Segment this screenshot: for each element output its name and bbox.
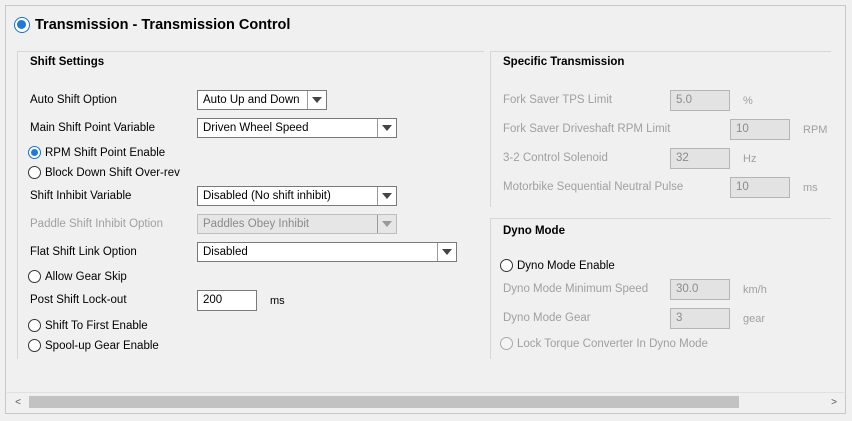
- dyno-mode-minimum-speed-input: 30.0: [670, 279, 730, 300]
- scrollbar-thumb[interactable]: [29, 396, 739, 408]
- rpm-shift-point-enable-radio[interactable]: [28, 146, 41, 159]
- chevron-down-icon[interactable]: [437, 243, 456, 261]
- specific-transmission-title: Specific Transmission: [503, 56, 625, 68]
- auto-shift-option-label: Auto Shift Option: [30, 94, 117, 106]
- dyno-mode-minimum-speed-unit: km/h: [743, 284, 767, 296]
- block-down-shift-overrev-label: Block Down Shift Over-rev: [45, 166, 180, 179]
- paddle-shift-inhibit-option-label: Paddle Shift Inhibit Option: [30, 218, 163, 230]
- dyno-mode-enable-label: Dyno Mode Enable: [517, 259, 615, 272]
- control-solenoid-32-input: 32: [670, 148, 730, 169]
- block-down-shift-overrev-radio[interactable]: [28, 166, 41, 179]
- motorbike-neutral-pulse-unit: ms: [803, 182, 818, 194]
- spoolup-gear-enable-label: Spool-up Gear Enable: [45, 339, 159, 352]
- auto-shift-option-value: Auto Up and Down: [203, 94, 300, 106]
- dyno-mode-gear-input: 3: [670, 308, 730, 329]
- dyno-mode-enable-option[interactable]: Dyno Mode Enable: [500, 259, 615, 272]
- motorbike-neutral-pulse-label: Motorbike Sequential Neutral Pulse: [503, 181, 684, 193]
- panel-title-text: Transmission - Transmission Control: [35, 17, 291, 33]
- main-shift-point-variable-value: Driven Wheel Speed: [203, 122, 309, 134]
- main-shift-point-variable-select[interactable]: Driven Wheel Speed: [197, 118, 397, 138]
- fork-saver-driveshaft-rpm-limit-label: Fork Saver Driveshaft RPM Limit: [503, 123, 671, 135]
- block-down-shift-overrev-option[interactable]: Block Down Shift Over-rev: [28, 166, 180, 179]
- rpm-shift-point-enable-label: RPM Shift Point Enable: [45, 146, 166, 159]
- dyno-mode-gear-unit: gear: [743, 313, 766, 325]
- chevron-down-icon[interactable]: [307, 91, 326, 109]
- shift-inhibit-variable-select[interactable]: Disabled (No shift inhibit): [197, 186, 397, 206]
- post-shift-lockout-unit: ms: [270, 295, 285, 307]
- lock-torque-converter-label: Lock Torque Converter In Dyno Mode: [517, 337, 708, 350]
- shift-to-first-enable-radio[interactable]: [28, 319, 41, 332]
- shift-to-first-enable-label: Shift To First Enable: [45, 319, 148, 332]
- chevron-down-icon[interactable]: [377, 119, 396, 137]
- panel-toggle-radio[interactable]: [14, 17, 30, 33]
- scroll-left-icon[interactable]: <: [11, 396, 25, 408]
- fork-saver-driveshaft-rpm-limit-input: 10: [730, 119, 790, 140]
- main-shift-point-variable-label: Main Shift Point Variable: [30, 122, 156, 134]
- lock-torque-converter-radio: [500, 337, 513, 350]
- post-shift-lockout-label: Post Shift Lock-out: [30, 294, 127, 306]
- spoolup-gear-enable-radio[interactable]: [28, 339, 41, 352]
- fork-saver-tps-limit-input: 5.0: [670, 90, 730, 111]
- post-shift-lockout-input[interactable]: 200: [197, 290, 257, 311]
- chevron-down-icon: [377, 215, 396, 233]
- paddle-shift-inhibit-option-value: Paddles Obey Inhibit: [203, 218, 310, 230]
- flat-shift-link-option-label: Flat Shift Link Option: [30, 246, 137, 258]
- fork-saver-tps-limit-label: Fork Saver TPS Limit: [503, 94, 613, 106]
- motorbike-neutral-pulse-input: 10: [730, 177, 790, 198]
- dyno-mode-title: Dyno Mode: [503, 225, 565, 237]
- flat-shift-link-option-value: Disabled: [203, 246, 248, 258]
- fork-saver-driveshaft-rpm-limit-unit: RPM: [803, 124, 828, 136]
- allow-gear-skip-option[interactable]: Allow Gear Skip: [28, 270, 127, 283]
- dyno-mode-minimum-speed-label: Dyno Mode Minimum Speed: [503, 283, 649, 295]
- shift-to-first-enable-option[interactable]: Shift To First Enable: [28, 319, 148, 332]
- lock-torque-converter-option: Lock Torque Converter In Dyno Mode: [500, 337, 708, 350]
- dyno-mode-enable-radio[interactable]: [500, 259, 513, 272]
- horizontal-scrollbar[interactable]: < >: [7, 392, 844, 410]
- allow-gear-skip-radio[interactable]: [28, 270, 41, 283]
- control-solenoid-32-label: 3-2 Control Solenoid: [503, 152, 608, 164]
- scroll-right-icon[interactable]: >: [827, 396, 841, 408]
- shift-inhibit-variable-label: Shift Inhibit Variable: [30, 190, 132, 202]
- flat-shift-link-option-select[interactable]: Disabled: [197, 242, 457, 262]
- rpm-shift-point-enable-option[interactable]: RPM Shift Point Enable: [28, 146, 165, 159]
- panel-title: Transmission - Transmission Control: [14, 17, 290, 33]
- shift-inhibit-variable-value: Disabled (No shift inhibit): [203, 190, 331, 202]
- shift-settings-title: Shift Settings: [30, 56, 105, 68]
- control-solenoid-32-unit: Hz: [743, 153, 757, 165]
- paddle-shift-inhibit-option-select: Paddles Obey Inhibit: [197, 214, 397, 234]
- fork-saver-tps-limit-unit: %: [743, 95, 753, 107]
- auto-shift-option-select[interactable]: Auto Up and Down: [197, 90, 327, 110]
- spoolup-gear-enable-option[interactable]: Spool-up Gear Enable: [28, 339, 159, 352]
- allow-gear-skip-label: Allow Gear Skip: [45, 270, 127, 283]
- chevron-down-icon[interactable]: [377, 187, 396, 205]
- dyno-mode-gear-label: Dyno Mode Gear: [503, 312, 591, 324]
